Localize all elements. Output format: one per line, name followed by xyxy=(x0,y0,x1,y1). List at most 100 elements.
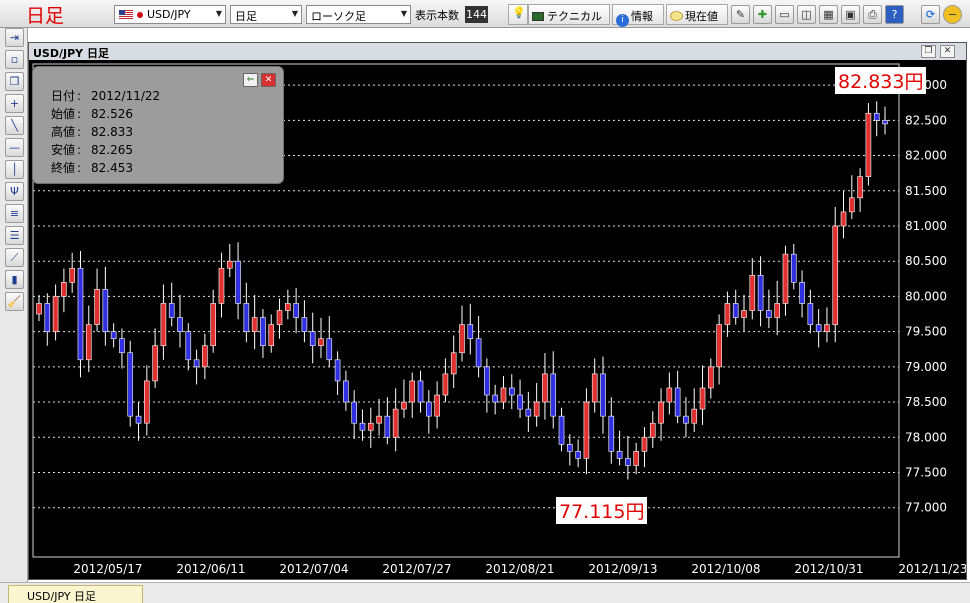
period-select[interactable]: 日足 ▼ xyxy=(230,5,302,24)
x-tick-label: 2012/07/04 xyxy=(279,562,348,576)
candle-body xyxy=(741,310,747,318)
x-tick-label: 2012/10/08 xyxy=(691,562,760,576)
candle-body xyxy=(832,225,839,325)
save-icon[interactable]: ▣ xyxy=(841,5,860,24)
candle-body xyxy=(533,401,540,417)
high-price-label: 82.833円 xyxy=(835,67,927,94)
candle-body xyxy=(600,373,606,417)
broom-icon[interactable]: 🧹 xyxy=(5,292,24,311)
y-tick-label: 81.500 xyxy=(905,184,947,198)
help-icon[interactable]: ? xyxy=(885,5,904,24)
candle-body xyxy=(674,387,681,417)
info-key: 終値 xyxy=(51,161,76,175)
restore-window-icon[interactable]: ❐ xyxy=(921,45,936,58)
candle-body xyxy=(583,401,590,459)
close-window-icon[interactable]: ✕ xyxy=(940,45,955,58)
minimize-app-icon[interactable]: − xyxy=(943,5,962,24)
layout-split-icon[interactable]: ◫ xyxy=(797,5,816,24)
candle-body xyxy=(36,303,42,315)
y-tick-label: 79.000 xyxy=(905,360,947,374)
back-arrow-icon[interactable]: ⇐ xyxy=(243,73,258,87)
app-root: 日足 USD/JPY ▼ 日足 ▼ ローソク足 ▼ 表示本数 144 💡 テクニ… xyxy=(0,0,970,603)
symbol-select[interactable]: USD/JPY ▼ xyxy=(114,5,226,24)
technical-button[interactable]: テクニカル xyxy=(528,4,610,25)
vertical-line-icon[interactable]: │ xyxy=(5,160,24,179)
add-icon[interactable]: ✚ xyxy=(753,5,772,24)
chart-title: USD/JPY 日足 xyxy=(33,47,109,60)
y-tick-label: 77.500 xyxy=(905,465,947,479)
toggle-panel-icon[interactable]: ⇥ xyxy=(5,28,24,47)
candle-body xyxy=(334,359,341,382)
candle-body xyxy=(459,324,465,354)
candle-body xyxy=(160,303,167,347)
candle-body xyxy=(575,451,581,459)
candle-body xyxy=(558,415,565,445)
candle-body xyxy=(824,324,830,332)
chart-type-select[interactable]: ローソク足 ▼ xyxy=(306,5,411,24)
candle-body xyxy=(276,310,283,325)
info-sep: : xyxy=(77,125,82,139)
candle-body xyxy=(500,387,507,403)
count-input[interactable]: 144 xyxy=(465,6,488,23)
horizontal-line-icon[interactable]: — xyxy=(5,138,24,157)
tip-button[interactable]: 💡 xyxy=(508,4,528,25)
count-label: 表示本数 xyxy=(415,9,459,22)
candle-body xyxy=(708,366,714,389)
candle-body xyxy=(384,415,391,438)
print-icon[interactable]: ⎙ xyxy=(863,5,882,24)
candle-body xyxy=(658,401,664,424)
paint-icon[interactable]: ✎ xyxy=(731,5,750,24)
candle-body xyxy=(840,211,847,227)
chevron-down-icon: ▼ xyxy=(215,9,222,18)
candle-body xyxy=(542,373,548,403)
candle-body xyxy=(757,274,764,311)
info-button[interactable]: i 情報 xyxy=(612,4,664,27)
pitchfork-icon[interactable]: Ψ xyxy=(5,182,24,201)
x-tick-label: 2012/08/21 xyxy=(485,562,554,576)
candle-body xyxy=(401,401,407,410)
info-row-low: 安値:82.265 xyxy=(51,141,133,158)
cascade-icon[interactable]: ❐ xyxy=(5,72,24,91)
x-tick-label: 2012/07/27 xyxy=(382,562,451,576)
candle-body xyxy=(666,387,673,403)
refresh-icon[interactable]: ⟳ xyxy=(921,5,940,24)
candle-body xyxy=(293,303,299,318)
candle-body xyxy=(309,331,316,347)
info-row-date: 日付:2012/11/22 xyxy=(51,87,160,104)
candle-body xyxy=(450,352,457,375)
info-button-label: 情報 xyxy=(631,10,653,23)
candle-body xyxy=(815,324,822,332)
crosshair-icon[interactable]: + xyxy=(5,94,24,113)
info-key: 始値 xyxy=(51,107,76,121)
fibonacci-icon[interactable]: ≡ xyxy=(5,204,24,223)
candle-body xyxy=(69,267,75,283)
current-price-button-label: 現在値 xyxy=(685,10,718,23)
info-sep: : xyxy=(77,89,82,103)
candle-body xyxy=(235,260,241,304)
candle-body xyxy=(517,394,523,410)
tab-usdjpy-daily[interactable]: USD/JPY 日足 xyxy=(8,585,143,603)
chevron-down-icon: ▼ xyxy=(291,9,298,18)
candle-body xyxy=(218,267,225,304)
gann-icon[interactable]: ⟋ xyxy=(5,248,24,267)
candle-body xyxy=(343,380,349,403)
chevron-down-icon: ▼ xyxy=(400,9,407,18)
candle-body xyxy=(185,331,192,361)
layout-grid-icon[interactable]: ▦ xyxy=(819,5,838,24)
trendline-icon[interactable]: ╲ xyxy=(5,116,24,135)
candle-body xyxy=(442,373,449,396)
candle-body xyxy=(807,303,814,325)
layout-single-icon[interactable]: ▭ xyxy=(775,5,794,24)
candle-body xyxy=(716,324,722,368)
window-icon[interactable]: ▫ xyxy=(5,50,24,69)
close-icon[interactable]: ✕ xyxy=(261,73,276,87)
candle-body xyxy=(94,289,100,325)
current-price-button[interactable]: 現在値 xyxy=(666,4,728,25)
info-row-open: 始値:82.526 xyxy=(51,105,133,122)
candle-body xyxy=(749,274,756,311)
lightbulb-icon: 💡 xyxy=(512,6,526,19)
candle-body xyxy=(144,380,150,424)
fibonacci-fan-icon[interactable]: ☰ xyxy=(5,226,24,245)
technical-button-label: テクニカル xyxy=(547,10,602,23)
eraser-icon[interactable]: ▮ xyxy=(5,270,24,289)
